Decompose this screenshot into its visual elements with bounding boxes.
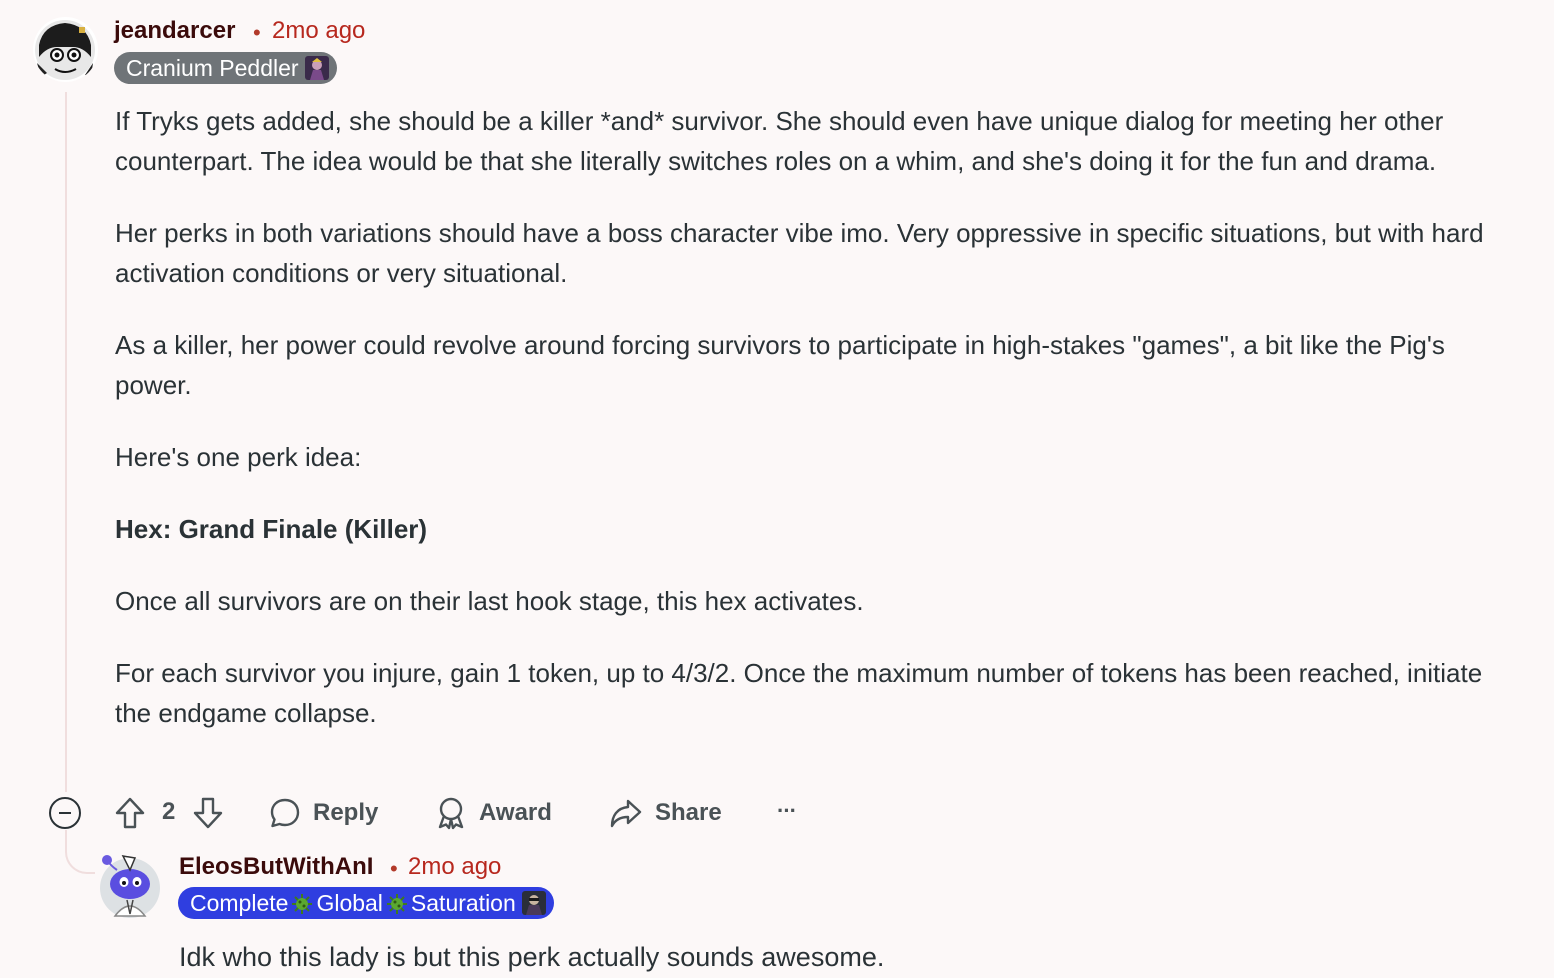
avatar-image-icon (33, 17, 98, 82)
thread-line[interactable] (65, 92, 67, 792)
comment-paragraph: Here's one perk idea: (115, 442, 362, 472)
comment-author[interactable]: jeandarcer (114, 17, 235, 45)
vote-count: 2 (162, 798, 176, 825)
comment-paragraph: As a killer, her power could revolve aro… (115, 330, 1445, 400)
award-ribbon-icon (438, 797, 464, 830)
more-options-button[interactable]: ··· (777, 788, 797, 834)
award-button[interactable]: Award (435, 790, 552, 836)
thread-connector (65, 830, 95, 874)
comment-paragraph: For each survivor you injure, gain 1 tok… (115, 658, 1483, 728)
upvote-button[interactable] (114, 790, 146, 836)
user-avatar[interactable] (33, 17, 98, 82)
collapse-thread-button[interactable] (49, 797, 81, 829)
speech-bubble-icon (270, 798, 300, 828)
arrow-up-icon (115, 797, 145, 829)
share-button[interactable]: Share (609, 790, 722, 836)
award-label: Award (479, 799, 552, 826)
reply-label: Reply (313, 799, 379, 826)
reply-button[interactable]: Reply (269, 790, 378, 836)
snoo-avatar-icon (100, 855, 160, 918)
reply-user-flair: Complete Global Saturation (178, 887, 554, 919)
flair-text: Saturation (410, 889, 516, 916)
flair-text: Global (316, 889, 383, 916)
comment-paragraph: Once all survivors are on their last hoo… (115, 586, 864, 616)
user-flair: Cranium Peddler (114, 52, 337, 84)
reply-timestamp[interactable]: 2mo ago (408, 853, 501, 881)
comment-paragraph: Her perks in both variations should have… (115, 218, 1484, 288)
comment-timestamp[interactable]: 2mo ago (272, 17, 365, 45)
reply-meta-separator: • (390, 856, 398, 881)
comment-body: If Tryks gets added, she should be a kil… (115, 101, 1495, 765)
flair-character-icon (304, 56, 329, 80)
flair-text: Complete (190, 889, 289, 916)
ellipsis-icon: ··· (777, 798, 797, 823)
reply-author[interactable]: EleosButWithAnI (179, 853, 373, 881)
comment-paragraph: If Tryks gets added, she should be a kil… (115, 106, 1444, 176)
flair-text: Cranium Peddler (126, 54, 299, 81)
virus-icon (386, 893, 407, 914)
reply-user-avatar[interactable] (97, 852, 163, 918)
share-label: Share (655, 799, 722, 826)
share-arrow-icon (610, 799, 642, 828)
reply-body: Idk who this lady is but this perk actua… (179, 942, 885, 972)
meta-separator: • (253, 20, 261, 45)
arrow-down-icon (193, 797, 223, 829)
flair-character-icon (521, 891, 546, 915)
virus-icon (292, 893, 313, 914)
perk-title: Hex: Grand Finale (Killer) (115, 514, 428, 544)
downvote-button[interactable] (192, 790, 224, 836)
